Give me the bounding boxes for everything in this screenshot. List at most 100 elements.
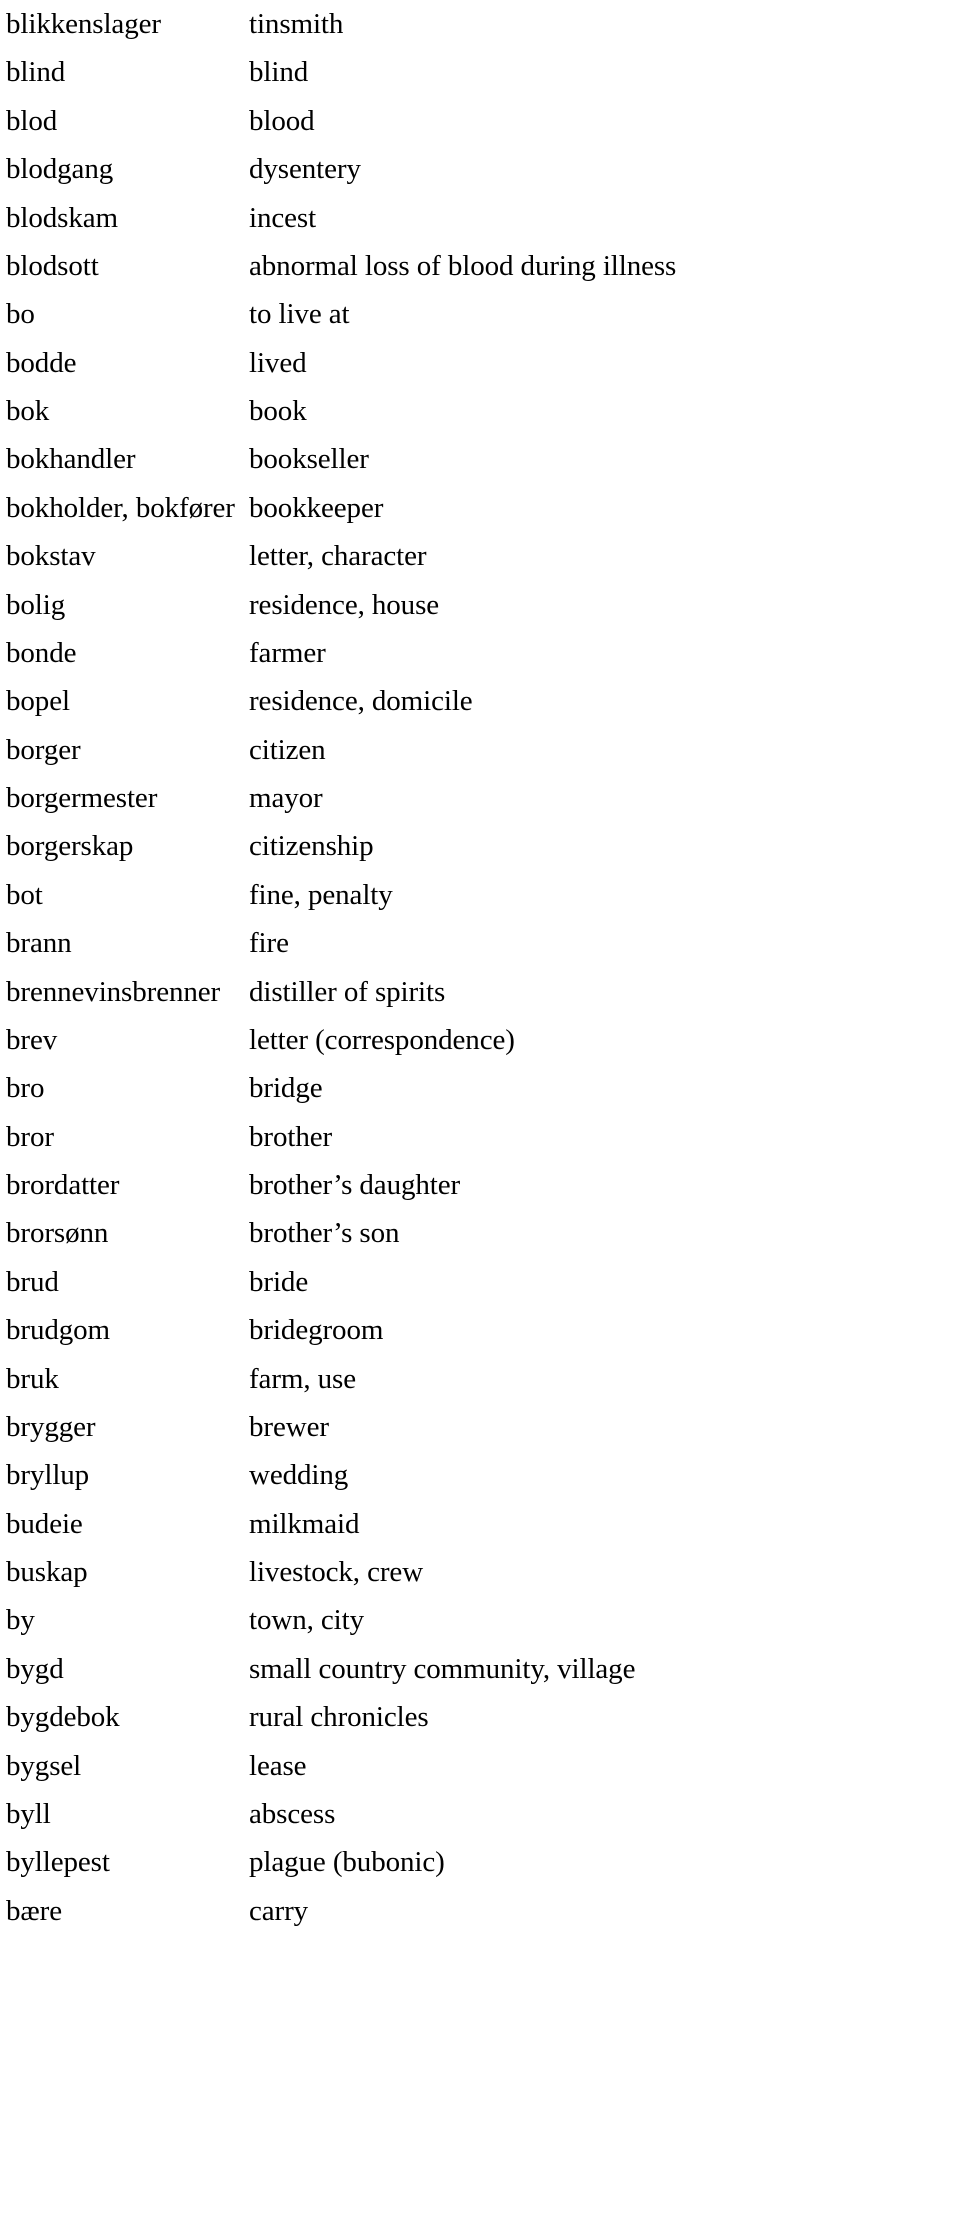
glossary-term: bygdebok [6,1701,120,1734]
glossary-term: brorsønn [6,1217,109,1250]
glossary-term: blodsott [6,249,99,282]
glossary-definition: brewer [249,1410,329,1443]
glossary-definition: distiller of spirits [249,975,446,1008]
glossary-entry-row: bære carry [0,1887,960,1935]
glossary-definition: residence, house [249,588,440,621]
glossary-entry-row: blodgang dysentery [0,145,960,193]
glossary-definition: residence, domicile [249,685,473,718]
glossary-term: bruk [6,1362,59,1395]
glossary-entry-row: borger citizen [0,726,960,774]
glossary-term: brygger [6,1410,96,1443]
glossary-entry-row: bot fine, penalty [0,871,960,919]
glossary-definition: book [249,395,307,427]
glossary-entry-row: bokholder, bokfører bookkeeper [0,484,960,532]
glossary-definition: small country community, village [249,1652,636,1685]
glossary-entry-row: bokhandler bookseller [0,435,960,483]
glossary-entry-row: brennevinsbrenner distiller of spirits [0,968,960,1016]
glossary-definition: brother [249,1120,333,1153]
glossary-entry-row: byll abscess [0,1790,960,1838]
glossary-term: bot [6,878,43,911]
glossary-definition: brother’s son [249,1217,400,1250]
glossary-entry-row: bo to live at [0,290,960,338]
glossary-entry-row: bolig residence, house [0,581,960,629]
glossary-term: bygsel [6,1749,82,1782]
glossary-definition: incest [249,201,317,234]
glossary-term: brudgom [6,1314,111,1347]
glossary-term: blod [6,104,58,137]
glossary-definition: fine, penalty [249,878,393,911]
glossary-entry-row: bok book [0,387,960,435]
glossary-definition: carry [249,1894,309,1927]
glossary-definition: dysentery [249,153,361,186]
glossary-term: brordatter [6,1169,120,1201]
glossary-term: borgerskap [6,830,134,863]
glossary-definition: to live at [249,298,350,331]
glossary-term: borger [6,733,81,766]
glossary-term: brev [6,1023,58,1056]
glossary-entry-row: bodde lived [0,339,960,387]
glossary-list: blikkenslager tinsmith blind blind blod blood… [0,0,960,2227]
glossary-entry-row: brygger brewer [0,1403,960,1451]
glossary-term: bolig [6,588,66,621]
glossary-definition: town, city [249,1604,364,1637]
glossary-definition: blind [249,56,309,89]
glossary-term: bro [6,1072,45,1105]
glossary-entry-row: bror brother [0,1113,960,1161]
glossary-term: byll [6,1797,51,1830]
glossary-definition: lease [249,1749,307,1782]
glossary-term: bære [6,1894,62,1927]
glossary-entry-row: buskap livestock, crew [0,1548,960,1596]
glossary-entry-row: bro bridge [0,1064,960,1112]
glossary-definition: wedding [249,1459,349,1492]
glossary-definition: letter, character [249,540,427,573]
glossary-entry-row: blod blood [0,97,960,145]
glossary-entry-row: bryllup wedding [0,1451,960,1499]
glossary-entry-row: bruk farm, use [0,1355,960,1403]
glossary-term: bodde [6,346,77,379]
glossary-definition: plague (bubonic) [249,1846,445,1879]
glossary-term: bryllup [6,1459,90,1492]
glossary-term: bokstav [6,540,96,573]
glossary-term: byllepest [6,1846,110,1879]
glossary-term: budeie [6,1507,83,1540]
glossary-term: blikkenslager [6,8,161,40]
glossary-entry-row: borgerskap citizenship [0,822,960,870]
glossary-term: bokholder, bokfører [6,491,235,524]
glossary-term: bopel [6,685,70,718]
glossary-entry-row: bonde farmer [0,629,960,677]
glossary-definition: livestock, crew [249,1556,424,1588]
glossary-definition: citizen [249,733,326,766]
glossary-definition: mayor [249,782,323,814]
glossary-term: bygd [6,1652,64,1685]
glossary-definition: bookkeeper [249,491,384,524]
glossary-entry-row: brorsønn brother’s son [0,1209,960,1257]
glossary-term: blodskam [6,201,118,234]
glossary-term: borgermester [6,782,158,814]
glossary-term: buskap [6,1556,88,1588]
glossary-entry-row: brev letter (correspondence) [0,1016,960,1064]
glossary-term: blodgang [6,153,114,186]
glossary-definition: fire [249,927,289,960]
glossary-term: brud [6,1265,59,1298]
glossary-entry-row: bygd small country community, village [0,1645,960,1693]
glossary-term: bokhandler [6,443,136,476]
glossary-definition: farm, use [249,1362,357,1395]
glossary-definition: bookseller [249,443,369,476]
glossary-definition: bride [249,1265,309,1298]
glossary-entry-row: budeie milkmaid [0,1500,960,1548]
glossary-definition: rural chronicles [249,1701,429,1734]
glossary-definition: bridge [249,1072,323,1105]
glossary-entry-row: bopel residence, domicile [0,677,960,725]
glossary-definition: lived [249,346,307,379]
glossary-term: brennevinsbrenner [6,975,221,1008]
glossary-entry-row: borgermester mayor [0,774,960,822]
glossary-definition: letter (correspondence) [249,1023,515,1056]
glossary-entry-row: blind blind [0,48,960,96]
glossary-entry-row: blodsott abnormal loss of blood during il… [0,242,960,290]
glossary-entry-row: bygdebok rural chronicles [0,1693,960,1741]
glossary-entry-row: blikkenslager tinsmith [0,0,960,48]
glossary-definition: blood [249,104,315,137]
glossary-term: brann [6,927,72,960]
glossary-definition: farmer [249,636,326,669]
glossary-term: bo [6,298,35,331]
